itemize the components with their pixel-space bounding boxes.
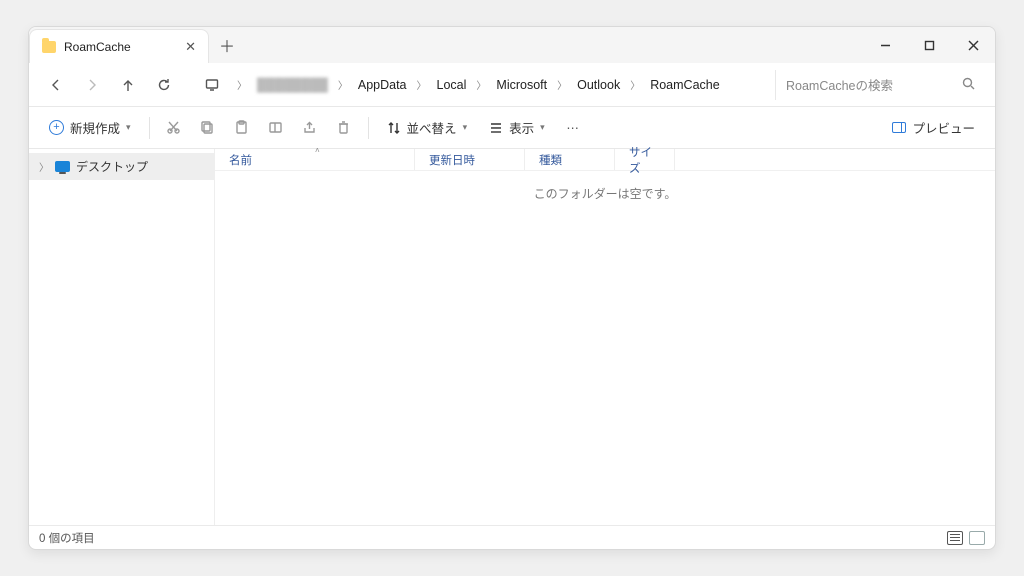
new-tab-button[interactable]: ＋ bbox=[209, 27, 245, 63]
content-pane: ˄ 名前 更新日時 種類 サイズ このフォルダーは空です。 bbox=[215, 149, 995, 525]
chevron-right-icon: 〉 bbox=[338, 77, 348, 92]
preview-label: プレビュー bbox=[912, 118, 975, 137]
details-view-button[interactable] bbox=[947, 531, 963, 545]
breadcrumb-local[interactable]: Local bbox=[431, 74, 473, 96]
chevron-down-icon: ▾ bbox=[463, 122, 468, 133]
column-size[interactable]: サイズ bbox=[615, 149, 675, 170]
explorer-window: RoamCache ✕ ＋ 〉 ████████ 〉 AppData 〉 Loc… bbox=[28, 26, 996, 550]
preview-button[interactable]: プレビュー bbox=[882, 112, 985, 143]
sort-indicator-icon: ˄ bbox=[315, 146, 320, 155]
delete-button[interactable] bbox=[328, 114, 360, 141]
breadcrumb-appdata[interactable]: AppData bbox=[352, 74, 413, 96]
breadcrumb-microsoft[interactable]: Microsoft bbox=[490, 74, 553, 96]
minimize-button[interactable] bbox=[863, 27, 907, 63]
sort-label: 並べ替え bbox=[407, 118, 457, 137]
share-button[interactable] bbox=[294, 114, 326, 141]
item-count: 0 個の項目 bbox=[39, 530, 95, 546]
body: 〉 デスクトップ ˄ 名前 更新日時 種類 サイズ このフォルダーは空です。 bbox=[29, 149, 995, 525]
new-button[interactable]: + 新規作成 ▾ bbox=[39, 112, 141, 143]
column-type[interactable]: 種類 bbox=[525, 149, 615, 170]
sort-button[interactable]: 並べ替え ▾ bbox=[377, 112, 478, 143]
sort-icon bbox=[387, 121, 401, 135]
sidebar: 〉 デスクトップ bbox=[29, 149, 215, 525]
chevron-right-icon: 〉 bbox=[237, 77, 247, 92]
rename-button[interactable] bbox=[260, 114, 292, 141]
address-bar: 〉 ████████ 〉 AppData 〉 Local 〉 Microsoft… bbox=[29, 63, 995, 107]
chevron-right-icon: 〉 bbox=[417, 77, 427, 92]
column-date[interactable]: 更新日時 bbox=[415, 149, 525, 170]
cut-button[interactable] bbox=[158, 114, 190, 141]
plus-circle-icon: + bbox=[49, 120, 64, 135]
sidebar-item-label: デスクトップ bbox=[76, 158, 148, 175]
separator bbox=[368, 117, 369, 139]
refresh-button[interactable] bbox=[147, 68, 181, 102]
close-window-button[interactable] bbox=[951, 27, 995, 63]
chevron-right-icon: 〉 bbox=[557, 77, 567, 92]
view-mode-buttons bbox=[947, 531, 985, 545]
view-label: 表示 bbox=[509, 118, 534, 137]
more-button[interactable]: ⋯ bbox=[557, 114, 589, 141]
breadcrumb-user[interactable]: ████████ bbox=[251, 74, 334, 96]
empty-folder-message: このフォルダーは空です。 bbox=[215, 171, 995, 525]
up-button[interactable] bbox=[111, 68, 145, 102]
tab-title: RoamCache bbox=[64, 40, 131, 54]
chevron-right-icon[interactable]: 〉 bbox=[39, 159, 49, 174]
paste-button[interactable] bbox=[226, 114, 258, 141]
column-headers: ˄ 名前 更新日時 種類 サイズ bbox=[215, 149, 995, 171]
preview-icon bbox=[892, 122, 906, 133]
chevron-right-icon: 〉 bbox=[476, 77, 486, 92]
separator bbox=[149, 117, 150, 139]
breadcrumb-roamcache[interactable]: RoamCache bbox=[644, 74, 725, 96]
view-button[interactable]: 表示 ▾ bbox=[479, 112, 555, 143]
copy-button[interactable] bbox=[192, 114, 224, 141]
search-placeholder: RoamCacheの検索 bbox=[786, 75, 893, 94]
chevron-down-icon: ▾ bbox=[540, 122, 545, 133]
close-tab-icon[interactable]: ✕ bbox=[185, 39, 196, 55]
breadcrumb[interactable]: 〉 ████████ 〉 AppData 〉 Local 〉 Microsoft… bbox=[231, 74, 773, 96]
search-icon bbox=[962, 77, 975, 93]
maximize-button[interactable] bbox=[907, 27, 951, 63]
pc-icon[interactable] bbox=[195, 68, 229, 102]
toolbar: + 新規作成 ▾ 並べ替え ▾ 表示 ▾ ⋯ プレビュー bbox=[29, 107, 995, 149]
status-bar: 0 個の項目 bbox=[29, 525, 995, 549]
breadcrumb-outlook[interactable]: Outlook bbox=[571, 74, 626, 96]
back-button[interactable] bbox=[39, 68, 73, 102]
chevron-right-icon: 〉 bbox=[630, 77, 640, 92]
tab-roamcache[interactable]: RoamCache ✕ bbox=[29, 29, 209, 63]
monitor-icon bbox=[55, 161, 70, 172]
chevron-down-icon: ▾ bbox=[126, 122, 131, 133]
thumbnails-view-button[interactable] bbox=[969, 531, 985, 545]
search-input[interactable]: RoamCacheの検索 bbox=[775, 70, 985, 100]
title-bar: RoamCache ✕ ＋ bbox=[29, 27, 995, 63]
new-label: 新規作成 bbox=[70, 118, 120, 137]
window-controls bbox=[863, 27, 995, 63]
forward-button[interactable] bbox=[75, 68, 109, 102]
sidebar-item-desktop[interactable]: 〉 デスクトップ bbox=[29, 153, 214, 180]
folder-icon bbox=[42, 41, 56, 53]
view-icon bbox=[489, 121, 503, 135]
